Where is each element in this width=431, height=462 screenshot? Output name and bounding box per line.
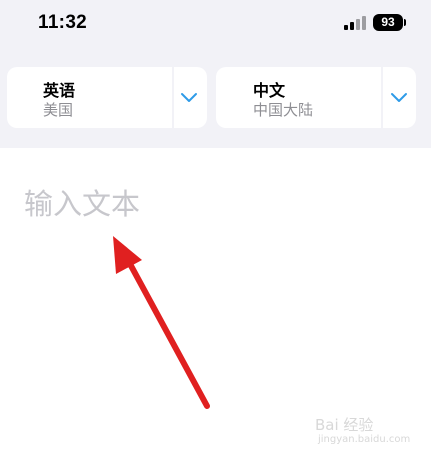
- chevron-down-icon[interactable]: [179, 89, 199, 105]
- source-language-selector[interactable]: 英语 美国: [7, 67, 207, 128]
- card-divider: [381, 67, 383, 128]
- watermark: Bai 经验: [315, 416, 374, 434]
- source-language-name: 英语: [43, 81, 76, 100]
- card-divider: [172, 67, 174, 128]
- source-language-region: 美国: [43, 101, 74, 119]
- watermark-subtext: jingyan.baidu.com: [318, 434, 411, 445]
- status-time: 11:32: [38, 12, 88, 33]
- battery-tip: [404, 19, 406, 26]
- battery-icon: 93: [373, 14, 403, 31]
- text-input[interactable]: [24, 182, 404, 226]
- target-language-name: 中文: [253, 81, 286, 100]
- target-language-selector[interactable]: 中文 中国大陆: [216, 67, 416, 128]
- chevron-down-icon[interactable]: [389, 89, 409, 105]
- signal-icon: [344, 16, 366, 30]
- target-language-region: 中国大陆: [253, 101, 314, 119]
